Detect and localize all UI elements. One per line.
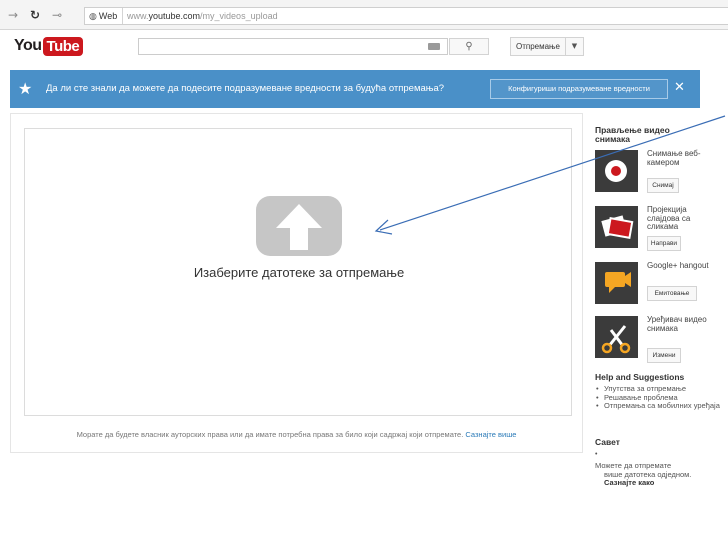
key-icon[interactable]: ⊸ [52, 8, 62, 22]
record-icon[interactable] [595, 150, 638, 192]
keyboard-icon[interactable] [428, 43, 440, 50]
star-icon: ★ [18, 79, 33, 98]
help-heading: Help and Suggestions [595, 372, 685, 382]
chevron-down-icon[interactable]: ▼ [566, 37, 584, 56]
url-text[interactable]: www.youtube.com/my_videos_upload [127, 8, 278, 24]
editor-tool: Уређивач видео снимака Измени [595, 315, 728, 368]
hangout-tool: Google+ hangout Емитовање [595, 261, 728, 314]
edit-button[interactable]: Измени [647, 348, 681, 363]
record-button[interactable]: Снимај [647, 178, 679, 193]
upload-arrow-icon [256, 196, 342, 256]
tip-text: Можете да отпремате више датотека одједн… [595, 461, 728, 488]
broadcast-button[interactable]: Емитовање [647, 286, 697, 301]
create-videos-sidebar: Прављење видео снимака Снимање веб-камер… [595, 125, 728, 487]
tip-banner: ★ Да ли сте знали да можете да подесите … [10, 70, 700, 108]
tip-heading: Савет [595, 437, 620, 447]
globe-icon: ◍ [89, 12, 97, 22]
hangout-icon[interactable] [595, 262, 638, 304]
site-info-badge[interactable]: ◍ Web [85, 8, 123, 24]
search-icon: ⚲ [465, 41, 473, 52]
youtube-logo[interactable]: You Tube [14, 36, 84, 56]
upload-button[interactable]: Отпремање [510, 37, 566, 56]
select-files-label[interactable]: Изаберите датотеке за отпремање [25, 265, 573, 280]
address-bar[interactable]: ◍ Web www.youtube.com/my_videos_upload [84, 7, 728, 25]
reload-icon[interactable]: ↻ [30, 8, 40, 22]
slideshow-tool: Пројекција слајдова са сликама Направи [595, 205, 728, 258]
search-input[interactable] [138, 38, 448, 55]
close-icon[interactable]: ✕ [674, 80, 685, 95]
scissors-icon[interactable] [595, 316, 638, 358]
help-link-mobile-uploads[interactable]: Отпремања са мобилних уређаја [595, 401, 725, 411]
learn-more-link[interactable]: Сазнајте више [465, 430, 516, 439]
sidebar-heading: Прављење видео снимака [595, 125, 670, 144]
banner-text: Да ли сте знали да можете да подесите по… [46, 83, 445, 94]
help-list: Упутства за отпремање Решавање проблема … [595, 384, 725, 411]
learn-how-link[interactable]: Сазнајте како [595, 478, 728, 488]
copyright-note: Морате да будете власник ауторских права… [76, 430, 517, 439]
forward-icon[interactable]: → [8, 8, 18, 22]
webcam-tool: Снимање веб-камером Снимај [595, 149, 728, 202]
configure-defaults-button[interactable]: Конфигуриши подразумеване вредности [490, 79, 668, 99]
create-slideshow-button[interactable]: Направи [647, 236, 681, 251]
photos-icon[interactable] [595, 206, 638, 248]
tip-bullet: • [595, 451, 598, 458]
browser-toolbar: → ↻ ⊸ ◍ Web www.youtube.com/my_videos_upl… [0, 0, 728, 30]
file-select-zone[interactable]: Изаберите датотеке за отпремање [24, 128, 572, 416]
search-button[interactable]: ⚲ [449, 38, 489, 55]
